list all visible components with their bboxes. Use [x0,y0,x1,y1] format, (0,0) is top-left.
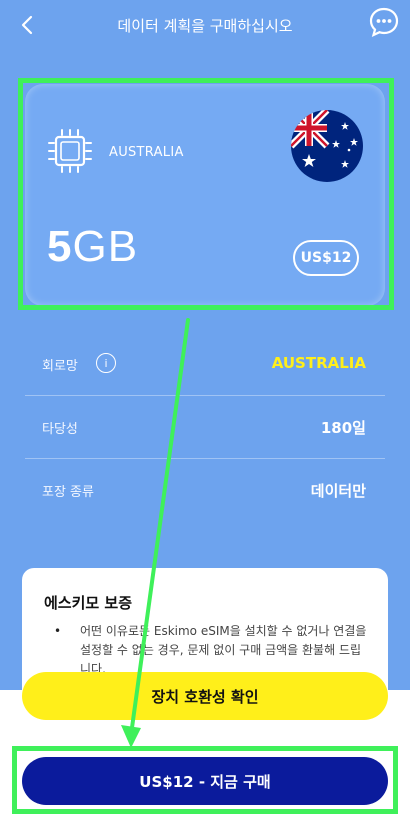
package-label: 포장 종류 [42,485,94,500]
data-amount: 5GB [47,222,138,272]
validity-label: 타당성 [42,422,78,437]
guarantee-title: 에스키모 보증 [44,594,133,612]
buy-now-button[interactable]: US$12 - 지금 구매 [22,757,388,805]
australia-flag-icon [291,110,363,182]
data-number: 5 [47,222,73,271]
chat-bubble-icon [369,7,399,38]
country-name: AUSTRALIA [109,145,184,160]
sim-chip-icon [48,129,92,173]
price-badge: US$12 [293,240,359,276]
header-bar: 데이터 계획을 구매하십시오 [0,0,410,50]
package-row: 포장 종류 데이터만 [0,459,410,521]
validity-row: 타당성 180일 [0,396,410,458]
plan-card[interactable]: AUSTRALIA 5GB US$12 [25,84,385,306]
network-label: 회로망 [42,359,78,374]
info-icon[interactable]: i [96,353,116,373]
validity-value: 180일 [320,419,366,437]
check-compatibility-button[interactable]: 장치 호환성 확인 [22,672,388,720]
data-unit: GB [72,222,139,271]
chat-button[interactable] [368,6,400,38]
bullet: • [54,624,62,638]
package-value: 데이터만 [310,482,366,500]
guarantee-text: 어떤 이유로든 Eskimo eSIM을 설치할 수 없거나 연결을 설정할 수… [80,624,367,676]
network-row: 회로망 i AUSTRALIA [0,333,410,395]
page-title: 데이터 계획을 구매하십시오 [117,17,293,35]
network-value: AUSTRALIA [271,354,366,372]
